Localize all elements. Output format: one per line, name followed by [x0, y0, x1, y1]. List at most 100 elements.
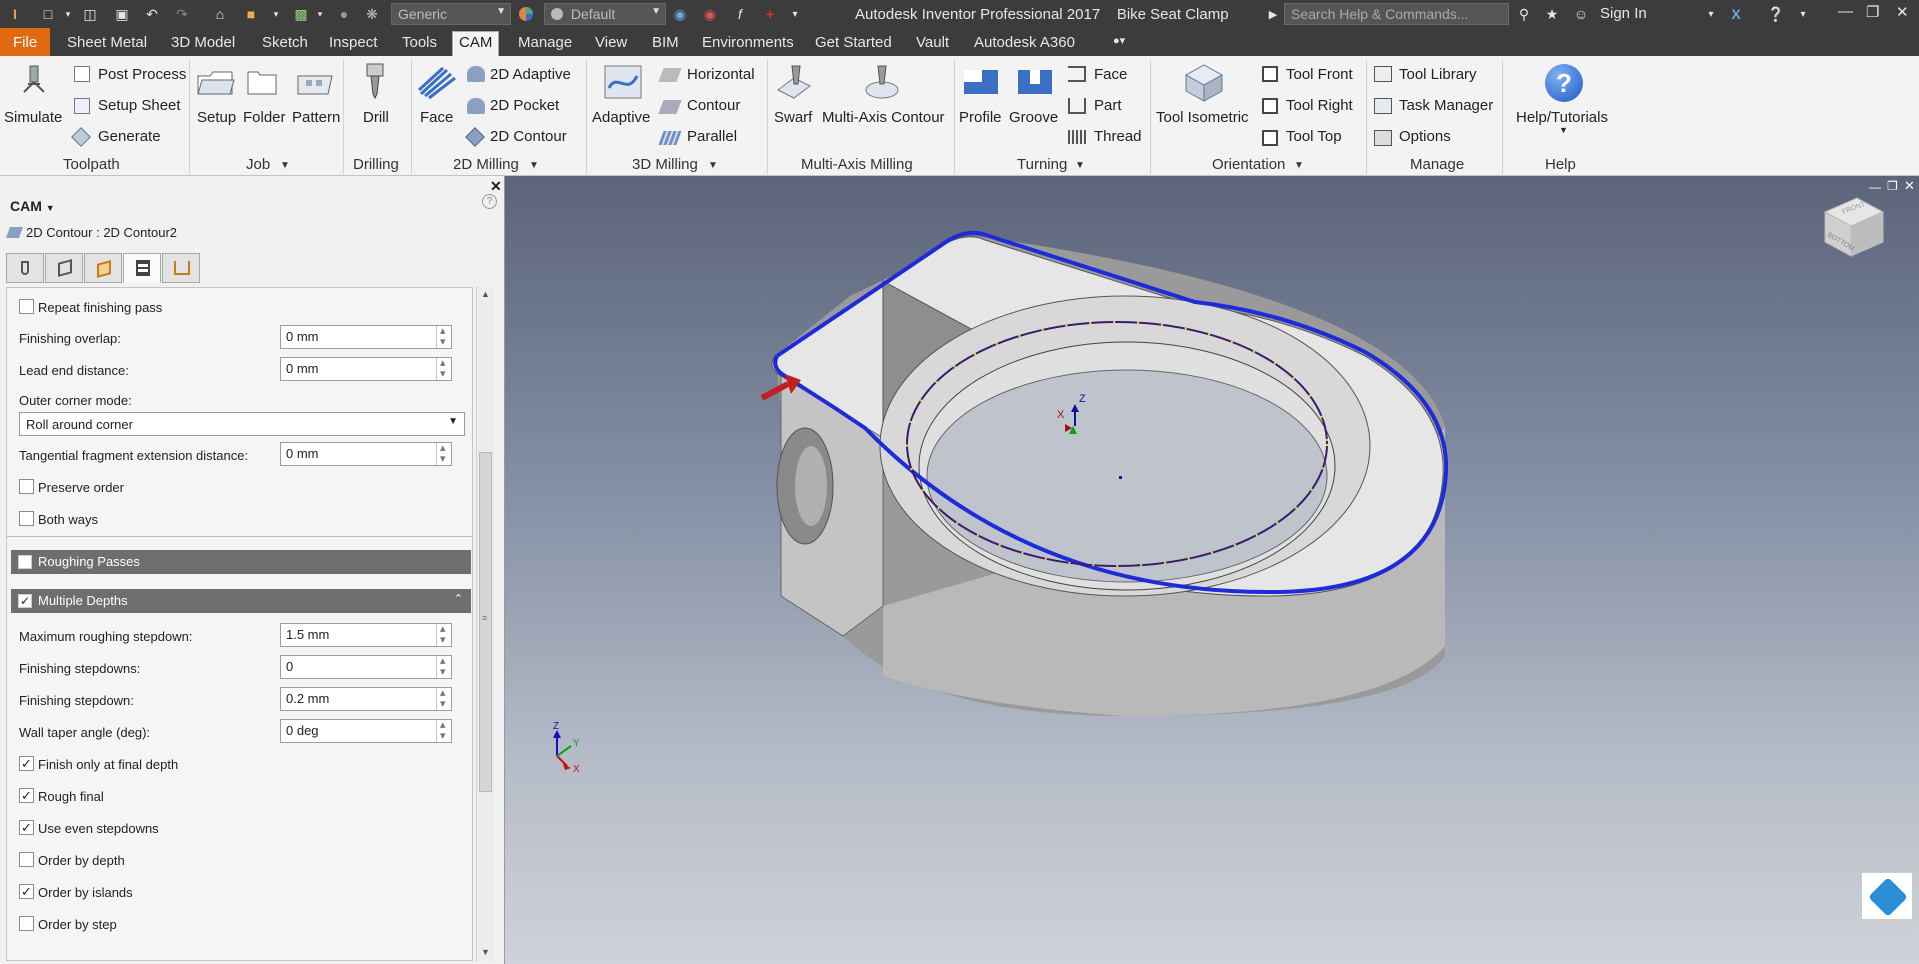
- close-panel-icon[interactable]: ✕: [490, 178, 502, 195]
- share-view-button[interactable]: [1861, 872, 1913, 920]
- finishing-stepdown-input[interactable]: 0.2 mm: [280, 686, 452, 711]
- redo-icon[interactable]: ↷: [172, 4, 192, 24]
- settings-icon[interactable]: ❋: [362, 4, 382, 24]
- communication-center-icon[interactable]: ⚲: [1514, 4, 1534, 24]
- multiple-depths-header[interactable]: ✓ Multiple Depths ⌃: [11, 589, 471, 613]
- user-icon[interactable]: ☺: [1572, 4, 1590, 24]
- 3d-milling-expand-icon[interactable]: ▼: [708, 160, 718, 171]
- tab-autodesk-a360[interactable]: Autodesk A360: [974, 32, 1075, 56]
- model-canvas[interactable]: Z X Z Y X FRONT BOTTOM: [505, 176, 1919, 964]
- spinner-icon[interactable]: [436, 654, 451, 678]
- tangential-fragment-input[interactable]: 0 mm: [280, 441, 452, 466]
- roughing-passes-checkbox[interactable]: [18, 555, 32, 569]
- outer-corner-mode-select[interactable]: Roll around corner ▼: [19, 412, 465, 436]
- scrollbar-thumb[interactable]: ≡: [479, 452, 492, 792]
- adjust-icon[interactable]: ◉: [670, 4, 690, 24]
- tab-3d-model[interactable]: 3D Model: [171, 32, 235, 56]
- favorites-star-icon[interactable]: ★: [1542, 4, 1562, 24]
- new-file-icon[interactable]: □: [38, 4, 58, 24]
- customize-qat-icon[interactable]: ▾: [788, 4, 802, 24]
- panel-scrollbar[interactable]: ▲ ≡ ▼: [476, 287, 494, 961]
- exchange-apps-icon[interactable]: X: [1726, 4, 1746, 24]
- multiple-depths-checkbox[interactable]: ✓: [18, 594, 32, 608]
- tab-cam[interactable]: CAM: [452, 31, 500, 56]
- both-ways-checkbox[interactable]: [19, 511, 34, 526]
- scroll-up-icon[interactable]: ▲: [481, 289, 490, 299]
- appearance-color-icon[interactable]: [516, 4, 536, 24]
- new-dropdown-icon[interactable]: ▾: [62, 4, 74, 24]
- finish-only-final-depth-checkbox[interactable]: ✓: [19, 756, 34, 771]
- job-expand-icon[interactable]: ▼: [280, 160, 290, 171]
- tab-linking[interactable]: [162, 253, 200, 283]
- tab-inspect[interactable]: Inspect: [329, 32, 377, 56]
- material-combo[interactable]: Generic ▼: [391, 3, 511, 25]
- select-icon[interactable]: ▩: [290, 4, 312, 24]
- rough-final-checkbox[interactable]: ✓: [19, 788, 34, 803]
- spinner-icon[interactable]: [436, 622, 451, 646]
- graphics-viewport[interactable]: — ❐ ✕ Z X Z Y X FRONT BOTTOM: [505, 176, 1919, 964]
- appearance-combo[interactable]: Default ▼: [544, 3, 666, 25]
- add-icon[interactable]: +: [760, 4, 780, 24]
- signin-dropdown-icon[interactable]: ▾: [1704, 4, 1718, 24]
- sign-in-link[interactable]: Sign In: [1600, 5, 1647, 22]
- turning-expand-icon[interactable]: ▼: [1075, 160, 1085, 171]
- orientation-expand-icon[interactable]: ▼: [1294, 160, 1304, 171]
- order-by-depth-checkbox[interactable]: [19, 852, 34, 867]
- save-icon[interactable]: ▣: [112, 4, 132, 24]
- clear-appearance-icon[interactable]: ◉: [700, 4, 720, 24]
- tab-file[interactable]: File: [0, 28, 51, 56]
- tab-tools[interactable]: Tools: [402, 32, 437, 56]
- scroll-down-icon[interactable]: ▼: [481, 947, 490, 957]
- finishing-overlap-input[interactable]: 0 mm: [280, 324, 452, 349]
- search-expand-icon[interactable]: ▶: [1266, 4, 1280, 24]
- 2d-milling-expand-icon[interactable]: ▼: [529, 160, 539, 171]
- roughing-passes-header[interactable]: Roughing Passes: [11, 550, 471, 574]
- view-cube[interactable]: FRONT BOTTOM: [1823, 197, 1885, 257]
- panel-help-icon[interactable]: ?: [482, 194, 497, 209]
- open-folder-icon[interactable]: ◫: [80, 4, 100, 24]
- measure-icon[interactable]: ●: [334, 4, 354, 24]
- use-even-stepdowns-checkbox[interactable]: ✓: [19, 820, 34, 835]
- collapse-section-icon[interactable]: ⌃: [454, 592, 463, 605]
- tab-tool[interactable]: [6, 253, 44, 283]
- tab-vault[interactable]: Vault: [916, 32, 949, 56]
- tab-sketch[interactable]: Sketch: [262, 32, 308, 56]
- spinner-icon[interactable]: [436, 686, 451, 710]
- ribbon-options-icon[interactable]: ●▾: [1113, 32, 1125, 56]
- tab-passes[interactable]: [123, 253, 161, 283]
- wall-taper-angle-input[interactable]: 0 deg: [280, 718, 452, 743]
- spinner-icon[interactable]: [436, 441, 451, 465]
- tab-sheet-metal[interactable]: Sheet Metal: [67, 32, 147, 56]
- order-by-step-checkbox[interactable]: [19, 916, 34, 931]
- spinner-icon[interactable]: [436, 718, 451, 742]
- preserve-order-checkbox[interactable]: [19, 479, 34, 494]
- function-icon[interactable]: f: [730, 4, 750, 24]
- lead-end-distance-input[interactable]: 0 mm: [280, 356, 452, 381]
- tab-geometry[interactable]: [45, 253, 83, 283]
- help-dropdown-icon[interactable]: ▾: [1796, 4, 1810, 24]
- spinner-icon[interactable]: [436, 324, 451, 348]
- spinner-icon[interactable]: [436, 356, 451, 380]
- tab-bim[interactable]: BIM: [652, 32, 679, 56]
- max-roughing-stepdown-input[interactable]: 1.5 mm: [280, 622, 452, 647]
- tab-environments[interactable]: Environments: [702, 32, 794, 56]
- order-by-islands-checkbox[interactable]: ✓: [19, 884, 34, 899]
- search-input[interactable]: Search Help & Commands...: [1284, 3, 1509, 25]
- panel-title[interactable]: CAM ▼: [10, 198, 55, 214]
- tab-view[interactable]: View: [595, 32, 627, 56]
- material-icon[interactable]: ■: [240, 4, 262, 24]
- tab-get-started[interactable]: Get Started: [815, 32, 892, 56]
- close-window-icon[interactable]: ✕: [1896, 3, 1909, 21]
- repeat-finishing-pass-checkbox[interactable]: [19, 299, 34, 314]
- select-dropdown-icon[interactable]: ▾: [314, 4, 326, 24]
- tab-heights[interactable]: [84, 253, 122, 283]
- material-dropdown-icon[interactable]: ▾: [270, 4, 282, 24]
- tab-manage[interactable]: Manage: [518, 32, 572, 56]
- help-icon[interactable]: ❔: [1766, 4, 1786, 24]
- restore-icon[interactable]: ❐: [1866, 3, 1879, 21]
- finishing-stepdowns-input[interactable]: 0: [280, 654, 452, 679]
- inventor-logo-icon[interactable]: I: [4, 4, 26, 24]
- home-icon[interactable]: ⌂: [210, 4, 230, 24]
- minimize-icon[interactable]: —: [1838, 3, 1853, 20]
- undo-icon[interactable]: ↶: [142, 4, 162, 24]
